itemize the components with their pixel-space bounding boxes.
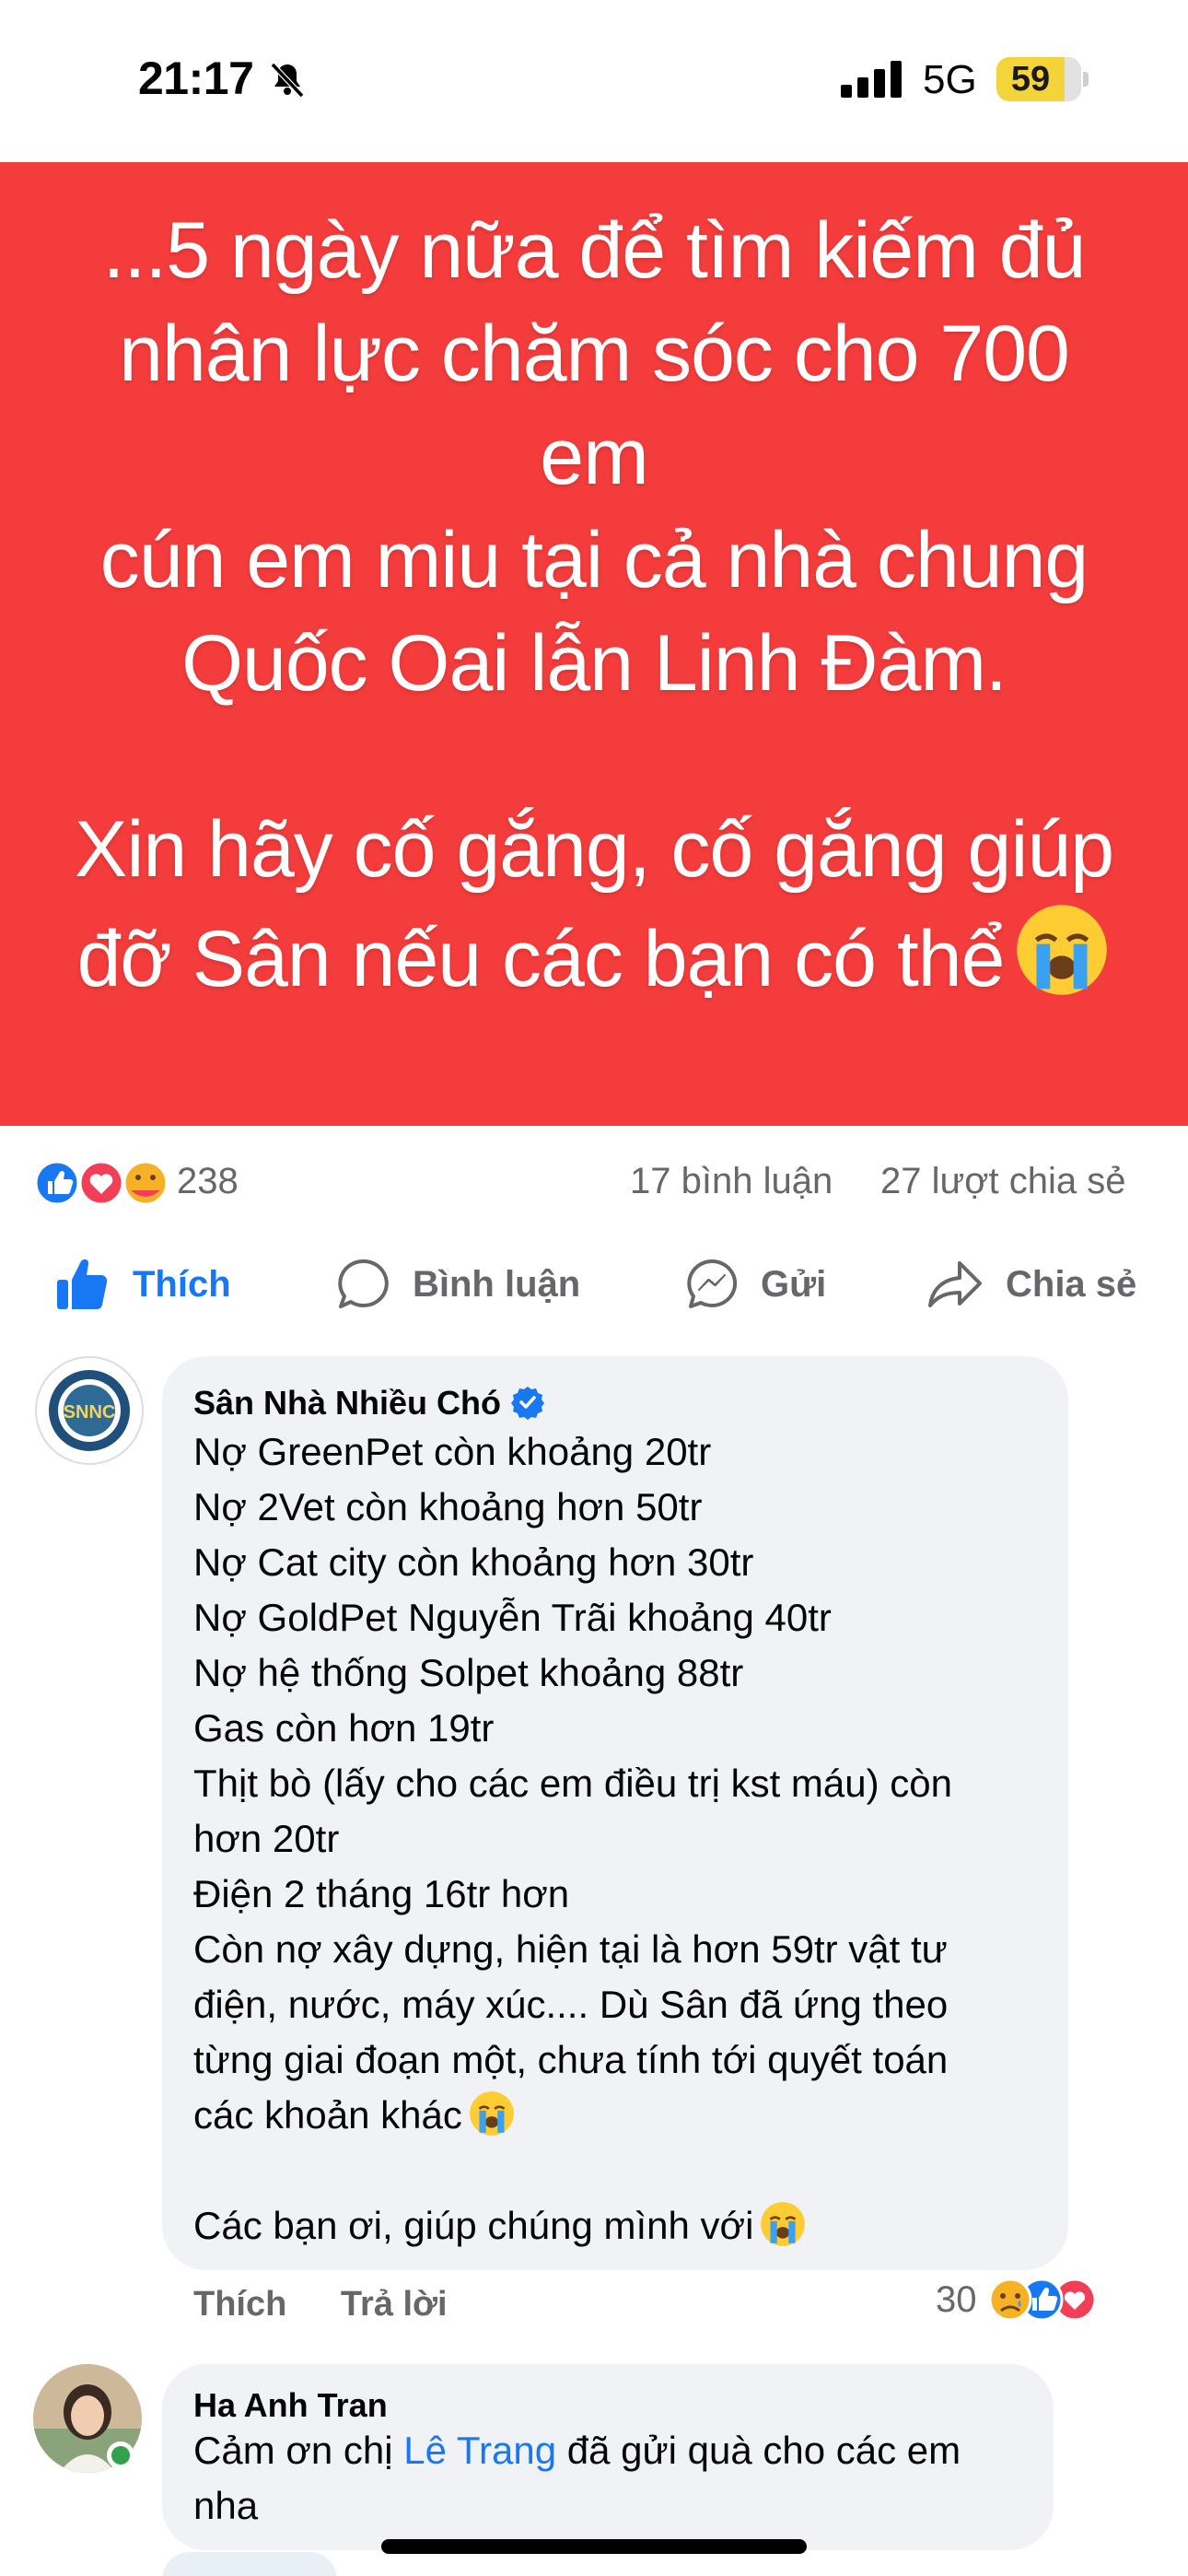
comment-line: từng giai đoạn một, chưa tính tới quyết … <box>193 2038 949 2081</box>
status-bar: 21:17 5G 59 <box>0 0 1188 162</box>
verified-badge-icon <box>511 1387 545 1420</box>
like-icon <box>34 1160 80 1206</box>
comment-closing-text: Các bạn ơi, giúp chúng mình với <box>193 2204 754 2247</box>
comment-text-part: Cảm ơn chị <box>193 2429 404 2472</box>
commenter-name[interactable]: Sân Nhà Nhiều Chó <box>193 1384 545 1423</box>
signal-bars-icon <box>841 61 902 98</box>
battery-icon: 59 <box>996 57 1081 101</box>
network-type: 5G <box>923 57 977 102</box>
mention-link[interactable]: Lê Trang <box>403 2429 556 2472</box>
comment-line: Nợ GoldPet Nguyễn Trãi khoảng 40tr <box>193 1596 832 1639</box>
comment-line-with-emoji: Các bạn ơi, giúp chúng mình với <box>193 2198 952 2254</box>
comment-line: Gas còn hơn 19tr <box>193 1706 495 1750</box>
banner-gap <box>64 715 1124 798</box>
share-label: Chia sẻ <box>1006 1263 1137 1305</box>
crying-face-emoji-icon <box>1017 905 1108 995</box>
comment-reaction-icons <box>988 2277 1096 2322</box>
banner-line: Quốc Oai lẫn Linh Đàm. <box>181 619 1007 708</box>
online-status-dot <box>107 2441 134 2469</box>
banner-line: ...5 ngày nữa để tìm kiếm đủ <box>102 206 1087 295</box>
banner-line-text: đỡ Sân nếu các bạn có thể <box>76 915 1006 1003</box>
messenger-icon <box>687 1259 738 1308</box>
comment-line: Nợ GreenPet còn khoảng 20tr <box>193 1430 712 1473</box>
comment-actions: Thích Trả lời <box>193 2285 492 2324</box>
banner-line-last: đỡ Sân nếu các bạn có thể <box>64 901 1124 1011</box>
comment-line: Nợ 2Vet còn khoảng hơn 50tr <box>193 1485 703 1528</box>
crying-face-emoji-icon <box>761 2202 806 2246</box>
author-name: Sân Nhà Nhiều Chó <box>193 1384 502 1422</box>
care-icon <box>122 1160 169 1206</box>
comment-line: điện, nước, máy xúc.... Dù Sân đã ứng th… <box>193 1983 949 2026</box>
comment-count[interactable]: 17 bình luận <box>630 1161 833 1202</box>
share-button[interactable]: Chia sẻ <box>926 1247 1136 1321</box>
like-label: Thích <box>133 1263 231 1305</box>
banner-text: ...5 ngày nữa để tìm kiếm đủ nhân lực ch… <box>64 199 1124 1011</box>
banner-line: Xin hãy cố gắng, cố gắng giúp <box>74 805 1114 894</box>
bell-slash-icon <box>270 62 305 99</box>
share-count[interactable]: 27 lượt chia sẻ <box>880 1161 1125 1202</box>
comment-text-part: đã gửi quà cho các em <box>556 2429 961 2472</box>
battery-empty-part <box>1065 57 1081 101</box>
comment-text: Cảm ơn chị Lê Trang đã gửi quà cho các e… <box>193 2423 961 2534</box>
post-text-banner[interactable]: ...5 ngày nữa để tìm kiếm đủ nhân lực ch… <box>0 162 1188 1126</box>
status-time: 21:17 <box>138 53 254 104</box>
comment-button[interactable]: Bình luận <box>337 1247 580 1321</box>
battery-tip <box>1083 72 1089 87</box>
like-button[interactable]: Thích <box>53 1247 231 1321</box>
reaction-icons[interactable] <box>31 1159 169 1207</box>
send-label: Gửi <box>761 1263 827 1305</box>
share-arrow-icon <box>928 1261 982 1307</box>
banner-line: nhân lực chăm sóc cho 700 em <box>119 310 1070 501</box>
comment-like-button[interactable]: Thích <box>193 2285 286 2324</box>
thumbs-up-icon <box>57 1259 108 1309</box>
post-action-bar: Thích Bình luận Gửi Chia sẻ <box>0 1236 1188 1338</box>
comment-reactions[interactable]: 30 <box>936 2276 1099 2324</box>
comment-line: Nợ Cat city còn khoảng hơn 30tr <box>193 1540 754 1584</box>
comment-line-text: các khoản khác <box>193 2093 462 2137</box>
page-logo-icon: SNNC <box>49 1370 130 1451</box>
comment-reply-button[interactable]: Trả lời <box>341 2285 448 2324</box>
comment-line-with-emoji: các khoản khác <box>193 2088 952 2143</box>
comment-line: Nợ hệ thống Solpet khoảng 88tr <box>193 1651 744 1694</box>
comment-bubble-icon <box>338 1259 389 1308</box>
comment-reaction-count: 30 <box>936 2278 977 2320</box>
comment-line: Cảm ơn chị Lê Trang đã gửi quà cho các e… <box>193 2423 961 2478</box>
comment-line: Điện 2 tháng 16tr hơn <box>193 1872 570 1915</box>
banner-line: cún em miu tại cả nhà chung <box>99 516 1089 604</box>
home-indicator[interactable] <box>381 2539 807 2554</box>
comment-line: nha <box>193 2484 259 2527</box>
comment-line: hơn 20tr <box>193 1817 340 1860</box>
comment-blank-line <box>193 2143 952 2198</box>
battery-level: 59 <box>1010 60 1051 99</box>
crying-face-emoji-icon <box>469 2091 514 2136</box>
reaction-summary: 238 17 bình luận 27 lượt chia sẻ <box>0 1126 1188 1236</box>
love-icon <box>78 1160 124 1206</box>
logo-text: SNNC <box>64 1402 116 1423</box>
sad-icon <box>988 2277 1031 2322</box>
comment-label: Bình luận <box>413 1263 581 1305</box>
next-comment-peek <box>162 2552 337 2576</box>
commenter-name[interactable]: Ha Anh Tran <box>193 2386 388 2425</box>
reaction-count[interactable]: 238 <box>177 1161 239 1202</box>
comment-line: Thịt bò (lấy cho các em điều trị kst máu… <box>193 1762 952 1805</box>
avatar[interactable]: SNNC <box>35 1356 144 1465</box>
comment-text: Nợ GreenPet còn khoảng 20tr Nợ 2Vet còn … <box>193 1424 952 2254</box>
comment-line: Còn nợ xây dựng, hiện tại là hơn 59tr vậ… <box>193 1927 948 1971</box>
send-button[interactable]: Gửi <box>685 1247 826 1321</box>
